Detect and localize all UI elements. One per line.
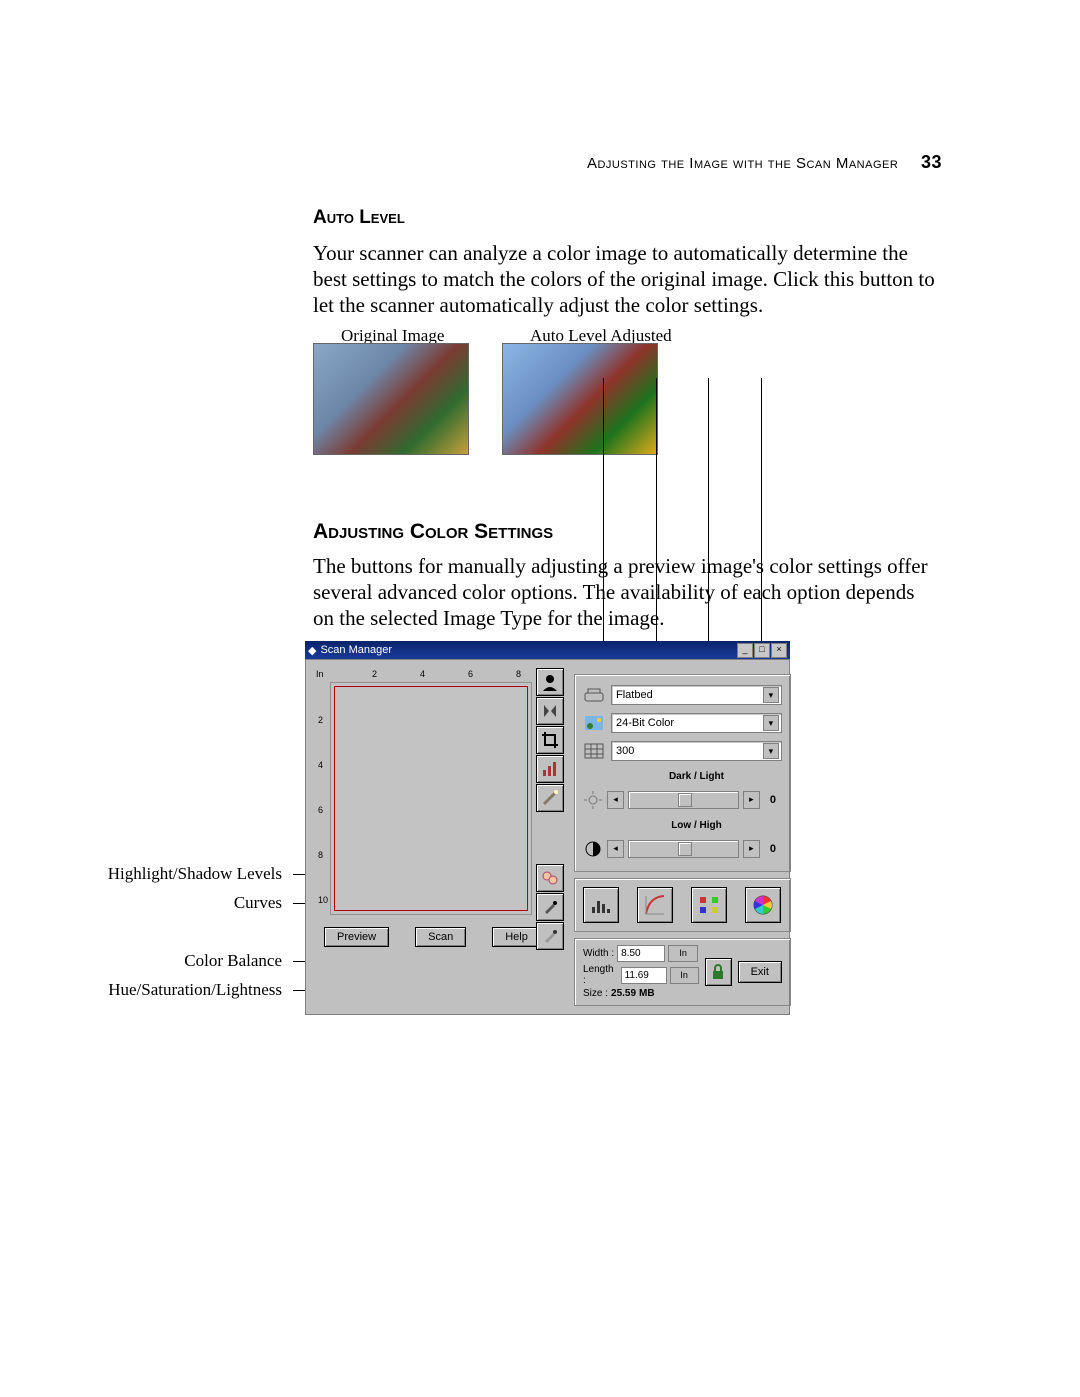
length-label: Length : xyxy=(583,964,618,986)
face-icon xyxy=(541,869,559,887)
histogram-icon xyxy=(589,893,613,917)
color-mode-icon xyxy=(583,713,605,733)
highlight-shadow-button[interactable] xyxy=(583,887,619,923)
dark-light-value: 0 xyxy=(764,792,782,808)
tool-levels[interactable] xyxy=(536,755,564,783)
curves-button[interactable] xyxy=(637,887,673,923)
curve-icon xyxy=(643,893,667,917)
window-title: Scan Manager xyxy=(320,644,392,656)
titlebar[interactable]: ◆ Scan Manager _ □ × xyxy=(305,641,790,659)
thumbnail-original xyxy=(313,343,469,455)
callout-hsl: Hue/Saturation/Lightness xyxy=(108,980,282,1000)
scan-button[interactable]: Scan xyxy=(415,927,466,947)
tool-wand[interactable] xyxy=(536,784,564,812)
low-high-label: Low / High xyxy=(611,820,782,831)
color-mode-combo[interactable]: 24-Bit Color xyxy=(611,713,782,733)
width-unit[interactable]: In xyxy=(668,945,698,962)
preview-area[interactable] xyxy=(330,682,532,915)
size-value: 25.59 xyxy=(611,988,636,999)
resolution-icon xyxy=(583,741,605,761)
running-head-text: Adjusting the Image with the Scan Manage… xyxy=(587,155,898,172)
tool-silhouette[interactable] xyxy=(536,668,564,696)
eyedropper-icon xyxy=(541,898,559,916)
page-number: 33 xyxy=(921,152,942,172)
low-high-value: 0 xyxy=(764,841,782,857)
tool-eyedropper-b[interactable] xyxy=(536,922,564,950)
crop-icon xyxy=(541,731,559,749)
wand-icon xyxy=(541,789,559,807)
hsl-button[interactable] xyxy=(745,887,781,923)
person-icon xyxy=(541,673,559,691)
tool-column xyxy=(536,668,564,1006)
brightness-icon xyxy=(583,790,603,810)
tool-crop[interactable] xyxy=(536,726,564,754)
size-frame: Width : 8.50 In Length : 11.69 In Size :… xyxy=(574,938,791,1006)
tool-mirror[interactable] xyxy=(536,697,564,725)
low-high-slider[interactable] xyxy=(628,840,739,858)
heading-adjusting-color-settings: Adjusting Color Settings xyxy=(313,520,553,544)
eyedropper-icon xyxy=(541,927,559,945)
low-high-dec[interactable]: ◂ xyxy=(607,840,624,858)
callout-highlight-shadow: Highlight/Shadow Levels xyxy=(108,864,282,884)
scan-manager-window: ◆ Scan Manager _ □ × In 2 4 6 8 xyxy=(305,641,790,1015)
tool-eyedropper-a[interactable] xyxy=(536,893,564,921)
preview-button[interactable]: Preview xyxy=(324,927,389,947)
app-icon: ◆ xyxy=(308,644,316,657)
size-unit: MB xyxy=(639,988,655,999)
length-unit[interactable]: In xyxy=(670,967,699,984)
dark-light-dec[interactable]: ◂ xyxy=(607,791,624,809)
contrast-icon xyxy=(583,839,603,859)
paragraph-auto-level: Your scanner can analyze a color image t… xyxy=(313,240,938,318)
callout-color-balance: Color Balance xyxy=(184,951,282,971)
advanced-color-row xyxy=(574,878,791,932)
callout-curves: Curves xyxy=(234,893,282,913)
thumbnail-adjusted xyxy=(502,343,658,455)
tool-face-picker[interactable] xyxy=(536,864,564,892)
dark-light-slider[interactable] xyxy=(628,791,739,809)
preview-panel: In 2 4 6 8 2 4 6 8 10 xyxy=(314,668,532,1006)
lock-icon xyxy=(710,963,726,981)
minimize-button[interactable]: _ xyxy=(737,643,753,658)
dark-light-label: Dark / Light xyxy=(611,771,782,782)
maximize-button[interactable]: □ xyxy=(754,643,770,658)
low-high-inc[interactable]: ▸ xyxy=(743,840,760,858)
lock-aspect-button[interactable] xyxy=(705,958,732,986)
help-button[interactable]: Help xyxy=(492,927,541,947)
scanner-icon xyxy=(583,685,605,705)
width-label: Width : xyxy=(583,948,614,959)
running-head: Adjusting the Image with the Scan Manage… xyxy=(587,152,942,173)
dark-light-inc[interactable]: ▸ xyxy=(743,791,760,809)
levels-icon xyxy=(541,760,559,778)
balance-icon xyxy=(697,893,721,917)
heading-auto-level: Auto Level xyxy=(313,207,405,229)
exit-button[interactable]: Exit xyxy=(738,961,782,983)
close-button[interactable]: × xyxy=(771,643,787,658)
width-value[interactable]: 8.50 xyxy=(617,945,665,962)
length-value[interactable]: 11.69 xyxy=(621,967,667,984)
ruler-vertical: 2 4 6 8 10 xyxy=(314,682,331,915)
mirror-icon xyxy=(541,702,559,720)
ruler-horizontal: In 2 4 6 8 xyxy=(330,668,532,683)
ruler-unit-label: In xyxy=(316,669,324,679)
size-label: Size : xyxy=(583,988,608,999)
settings-panel: Flatbed 24-Bit Color xyxy=(568,668,797,1006)
hsl-wheel-icon xyxy=(751,893,775,917)
color-balance-button[interactable] xyxy=(691,887,727,923)
paragraph-adjusting-color-settings: The buttons for manually adjusting a pre… xyxy=(313,553,938,631)
source-combo[interactable]: Flatbed xyxy=(611,685,782,705)
resolution-combo[interactable]: 300 xyxy=(611,741,782,761)
